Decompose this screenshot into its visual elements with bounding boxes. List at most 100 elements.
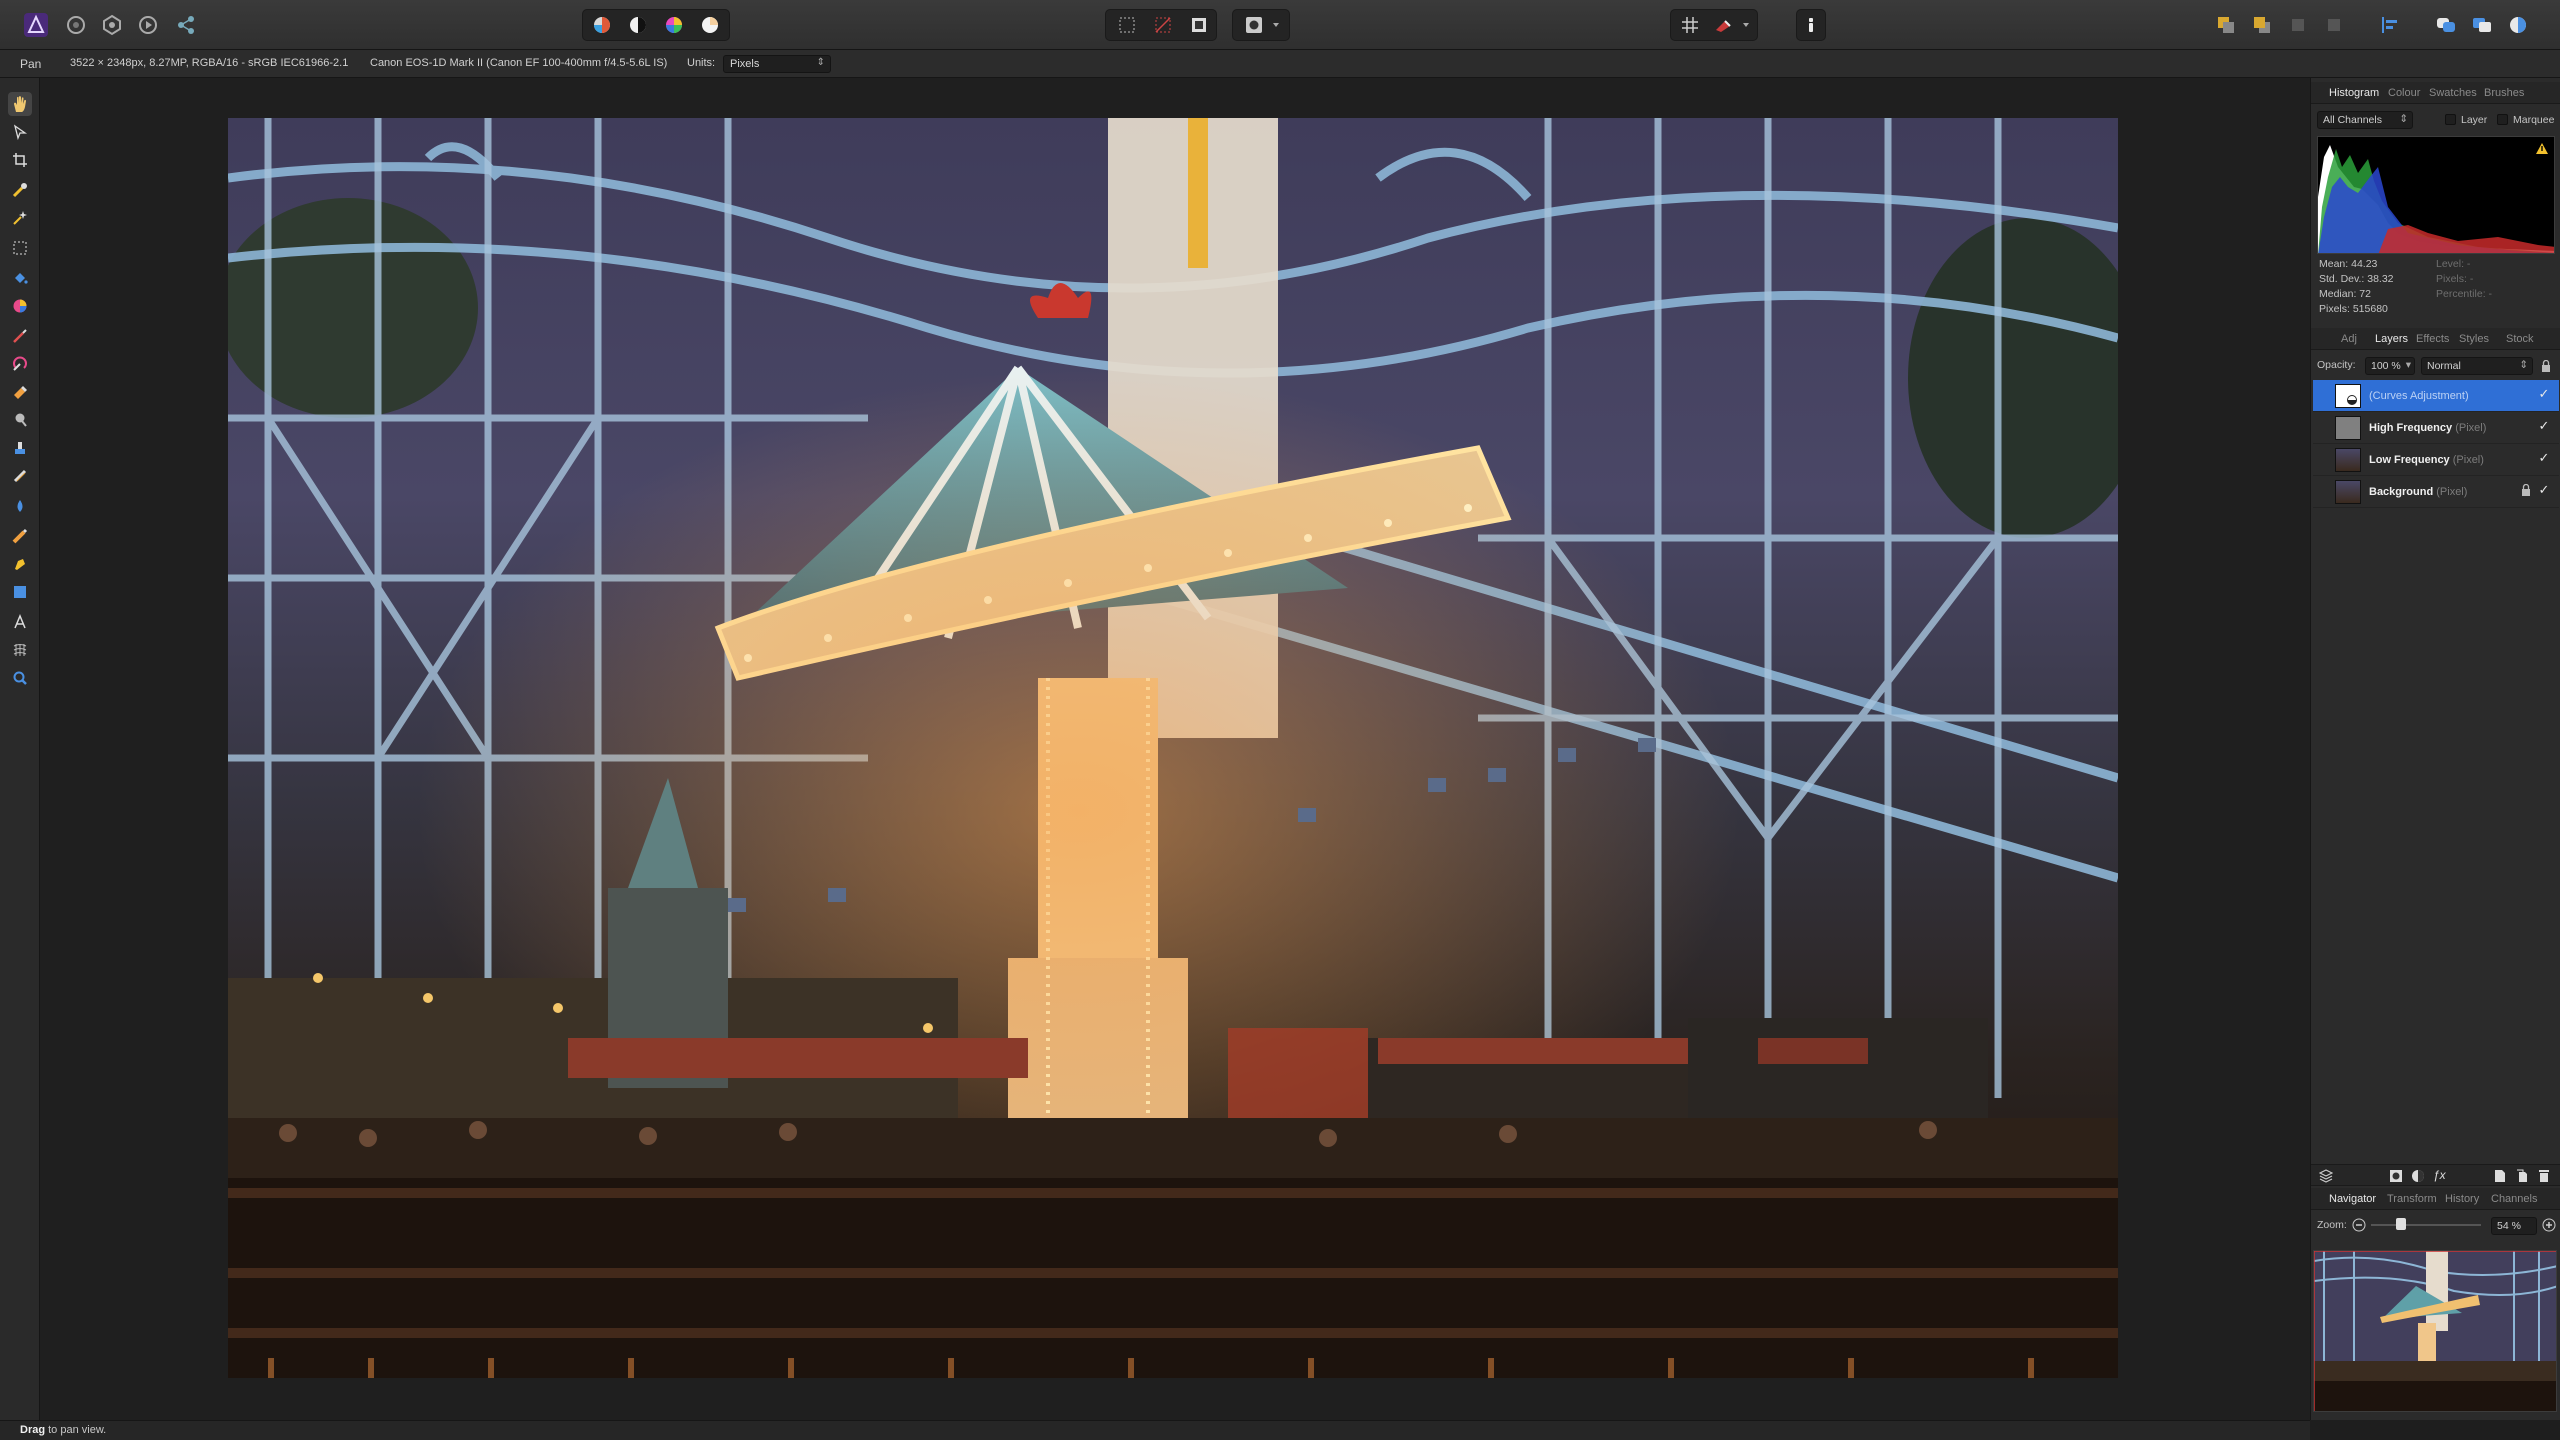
blend-mode-select[interactable]: Normal ⇕ — [2421, 357, 2533, 375]
lock-icon[interactable] — [2521, 484, 2531, 496]
tab-colour[interactable]: Colour — [2388, 87, 2420, 99]
auto-colors-icon[interactable] — [660, 11, 688, 39]
develop-persona-icon[interactable] — [98, 11, 126, 39]
new-pixel-layer-icon[interactable] — [2494, 1169, 2506, 1183]
lock-layer-icon[interactable] — [2541, 360, 2551, 372]
zoom-slider-handle[interactable] — [2396, 1218, 2406, 1230]
tab-adj[interactable]: Adj — [2341, 333, 2357, 345]
current-tool-label: Pan — [20, 57, 42, 71]
canvas-area[interactable] — [40, 78, 2310, 1420]
arrange-back-icon[interactable] — [2212, 11, 2240, 39]
units-select[interactable]: Pixels ⇕ — [723, 55, 831, 73]
document-info: 3522 × 2348px, 8.27MP, RGBA/16 - sRGB IE… — [70, 57, 349, 69]
arrange-front-icon[interactable] — [2284, 11, 2312, 39]
arrange-forward-icon[interactable] — [2248, 11, 2276, 39]
document-image[interactable] — [228, 118, 2118, 1378]
auto-contrast-icon[interactable] — [624, 11, 652, 39]
blur-tool-icon[interactable] — [8, 494, 32, 518]
visibility-checkmark-icon[interactable]: ✓ — [2537, 419, 2551, 433]
visibility-checkmark-icon[interactable]: ✓ — [2537, 451, 2551, 465]
zoom-slider[interactable] — [2371, 1218, 2481, 1230]
navigator-preview[interactable] — [2313, 1250, 2557, 1412]
select-arrows-icon: ⇕ — [2519, 359, 2528, 371]
delete-layer-icon[interactable] — [2538, 1169, 2550, 1183]
tab-styles[interactable]: Styles — [2459, 333, 2489, 345]
grid-icon[interactable] — [1676, 11, 1704, 39]
tab-histogram[interactable]: Histogram — [2329, 87, 2379, 99]
tab-history[interactable]: History — [2445, 1193, 2479, 1205]
mirror-view-icon[interactable] — [2504, 11, 2532, 39]
tab-layers[interactable]: Layers — [2375, 333, 2408, 345]
auto-white-balance-icon[interactable] — [696, 11, 724, 39]
move-tool-icon[interactable] — [8, 120, 32, 144]
arrange-top-icon[interactable] — [2320, 11, 2348, 39]
assistant-icon[interactable] — [1797, 11, 1825, 39]
layer-checkbox[interactable] — [2445, 114, 2456, 125]
align-icon[interactable] — [2376, 11, 2404, 39]
tab-swatches[interactable]: Swatches — [2429, 87, 2477, 99]
clone-tool-icon[interactable] — [8, 436, 32, 460]
context-toolbar: Pan 3522 × 2348px, 8.27MP, RGBA/16 - sRG… — [0, 50, 2560, 78]
gradient-tool-icon[interactable] — [8, 294, 32, 318]
mask-layer-icon[interactable] — [2389, 1169, 2403, 1183]
quick-mask-dropdown-icon[interactable] — [1268, 11, 1284, 39]
pen-tool-icon[interactable] — [8, 552, 32, 576]
layer-row-curves[interactable]: (Curves Adjustment) ✓ — [2313, 380, 2559, 412]
auto-levels-icon[interactable] — [588, 11, 616, 39]
snapping-magnet-icon[interactable] — [1710, 11, 1738, 39]
channel-select[interactable]: All Channels ⇕ — [2317, 111, 2413, 129]
deselect-icon[interactable] — [1149, 11, 1177, 39]
tab-channels[interactable]: Channels — [2491, 1193, 2537, 1205]
export-persona-icon[interactable] — [172, 11, 200, 39]
zoom-out-icon[interactable] — [2352, 1218, 2366, 1232]
layer-row-background[interactable]: Background (Pixel) ✓ — [2313, 476, 2559, 508]
paint-brush-icon[interactable] — [8, 324, 32, 348]
marquee-checkbox[interactable] — [2497, 114, 2508, 125]
split-view-icon[interactable] — [2468, 11, 2496, 39]
shape-tool-icon[interactable] — [8, 580, 32, 604]
layers-footer: ƒx — [2311, 1164, 2560, 1186]
adjustment-icon[interactable] — [2411, 1169, 2425, 1183]
pixel-tool-icon[interactable] — [8, 524, 32, 548]
snapping-dropdown-icon[interactable] — [1738, 11, 1754, 39]
duplicate-layer-icon[interactable] — [2516, 1169, 2528, 1183]
color-replacement-icon[interactable] — [8, 352, 32, 376]
fill-tool-icon[interactable] — [8, 266, 32, 290]
tone-mapping-persona-icon[interactable] — [134, 11, 162, 39]
histogram-graph — [2317, 136, 2555, 254]
fx-icon[interactable]: ƒx — [2433, 1168, 2446, 1182]
tab-navigator[interactable]: Navigator — [2329, 1193, 2376, 1205]
tab-transform[interactable]: Transform — [2387, 1193, 2437, 1205]
mesh-warp-icon[interactable] — [8, 638, 32, 662]
tab-stock[interactable]: Stock — [2506, 333, 2534, 345]
affinity-photo-window: Pan 3522 × 2348px, 8.27MP, RGBA/16 - sRG… — [0, 0, 2560, 1440]
selection-brush-icon[interactable] — [8, 178, 32, 202]
selection-marquee-icon[interactable] — [1113, 11, 1141, 39]
view-mode-icon[interactable] — [2432, 11, 2460, 39]
visibility-checkmark-icon[interactable]: ✓ — [2537, 483, 2551, 497]
zoom-in-icon[interactable] — [2542, 1218, 2556, 1232]
marquee-tool-icon[interactable] — [8, 236, 32, 260]
crop-tool-icon[interactable] — [8, 148, 32, 172]
healing-brush-icon[interactable] — [8, 464, 32, 488]
zoom-tool-icon[interactable] — [8, 666, 32, 690]
text-tool-icon[interactable] — [8, 610, 32, 634]
layer-row-high-frequency[interactable]: High Frequency (Pixel) ✓ — [2313, 412, 2559, 444]
layer-stack-icon[interactable] — [2319, 1169, 2333, 1183]
hand-tool-icon[interactable] — [8, 92, 32, 116]
flood-select-icon[interactable] — [8, 206, 32, 230]
status-bar: Drag to pan view. — [0, 1420, 2310, 1440]
quick-mask-icon[interactable] — [1240, 11, 1268, 39]
erase-tool-icon[interactable] — [8, 380, 32, 404]
tab-brushes[interactable]: Brushes — [2484, 87, 2524, 99]
layers-tabs: Adj Layers Effects Styles Stock — [2311, 328, 2560, 350]
app-logo-icon[interactable] — [22, 11, 50, 39]
layer-row-low-frequency[interactable]: Low Frequency (Pixel) ✓ — [2313, 444, 2559, 476]
zoom-value-field[interactable]: 54 % — [2491, 1217, 2537, 1235]
invert-selection-icon[interactable] — [1185, 11, 1213, 39]
liquify-persona-icon[interactable] — [62, 11, 90, 39]
tab-effects[interactable]: Effects — [2416, 333, 2449, 345]
dodge-tool-icon[interactable] — [8, 408, 32, 432]
opacity-select[interactable]: 100 % ▾ — [2365, 357, 2415, 375]
visibility-checkmark-icon[interactable]: ✓ — [2537, 387, 2551, 401]
